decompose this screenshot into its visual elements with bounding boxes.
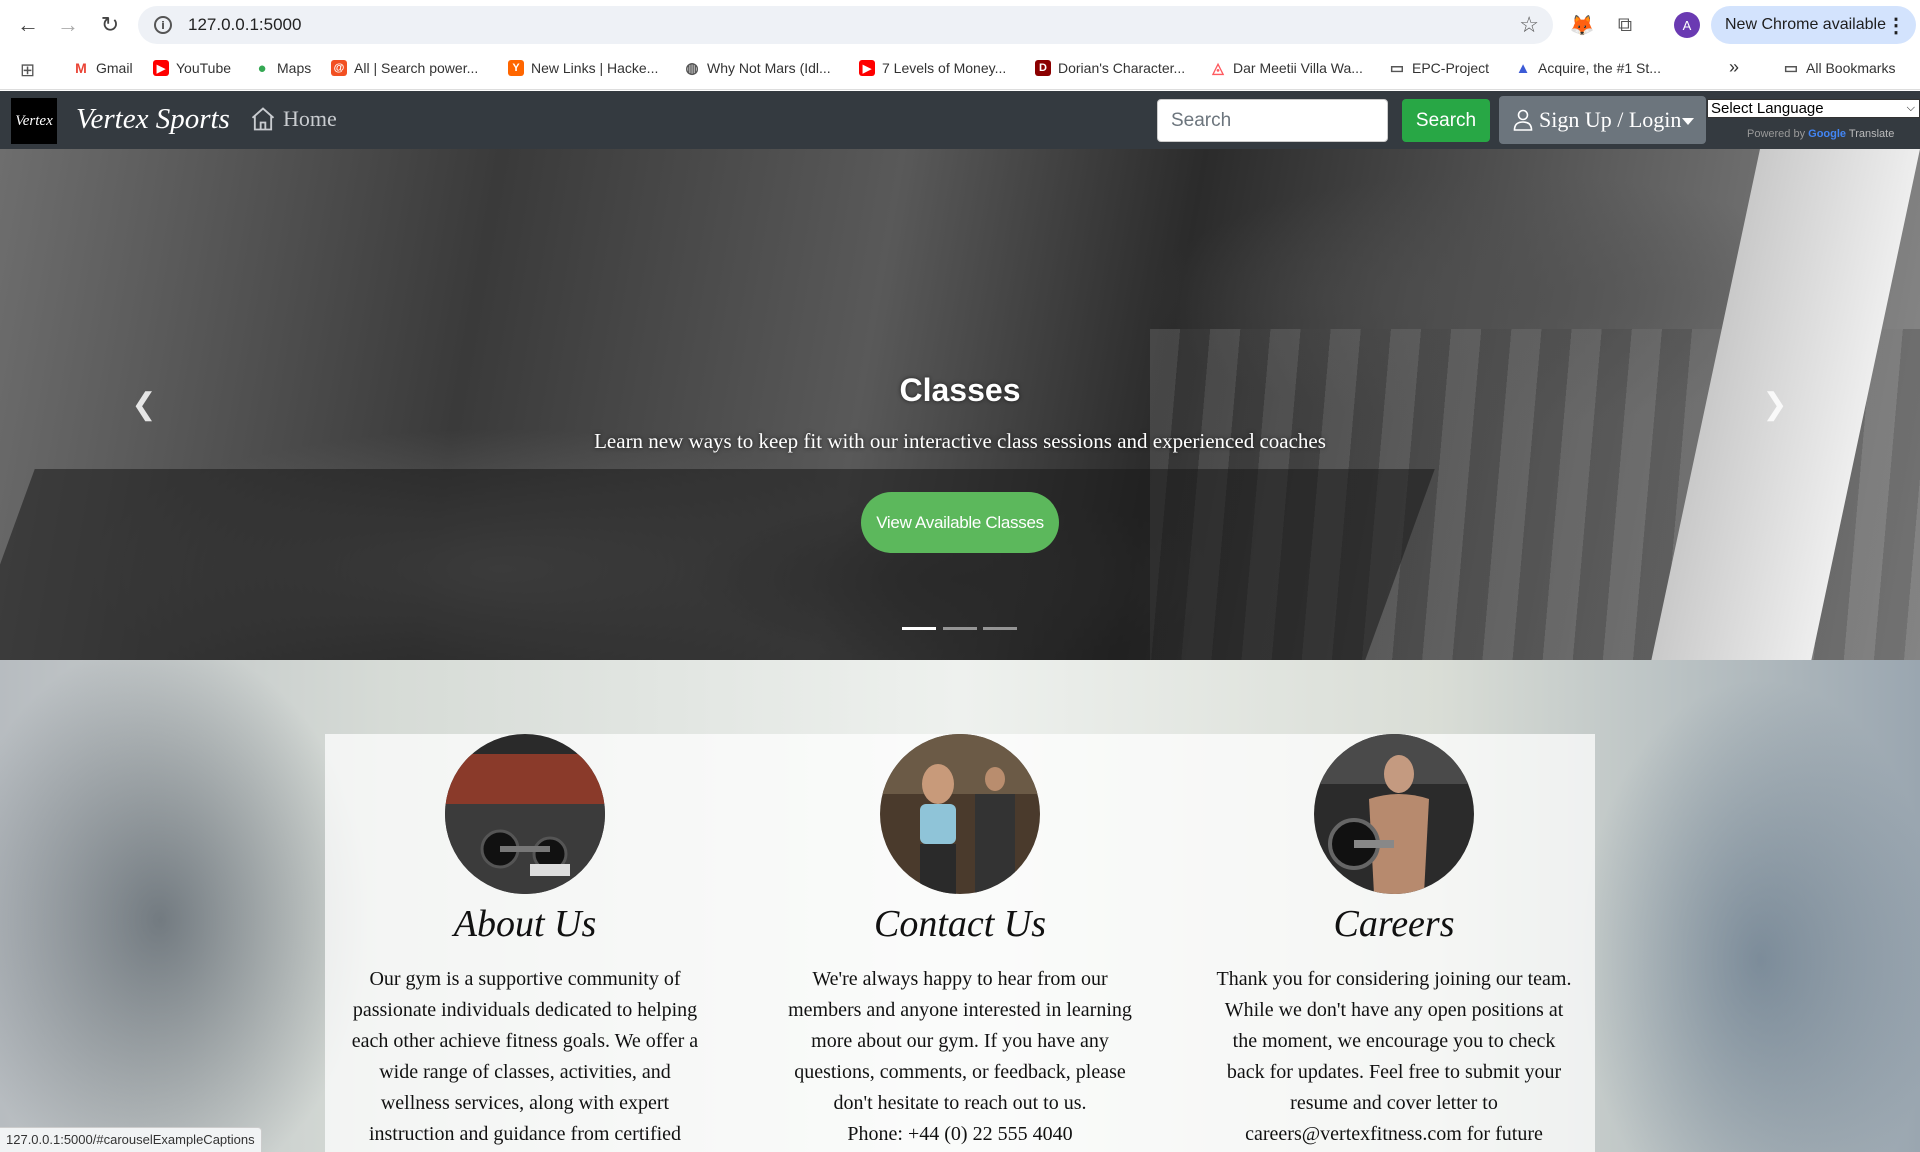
all-bookmarks[interactable]: ▭ All Bookmarks bbox=[1783, 60, 1896, 77]
careers-card: Careers Thank you for considering joinin… bbox=[1204, 734, 1584, 1150]
update-label: New Chrome available bbox=[1725, 16, 1886, 33]
about-text: Our gym is a supportive community of pas… bbox=[351, 968, 699, 1145]
folder-icon: ▭ bbox=[1783, 60, 1799, 77]
view-classes-button[interactable]: View Available Classes bbox=[861, 492, 1059, 553]
forward-icon[interactable]: → bbox=[50, 7, 86, 43]
bookmark-why-not-mars[interactable]: ◍ Why Not Mars (Idl... bbox=[684, 60, 830, 77]
contact-card: Contact Us We're always happy to hear fr… bbox=[770, 734, 1150, 1150]
hero-carousel: ❮ ❯ Classes Learn new ways to keep fit w… bbox=[0, 149, 1920, 660]
vertex-logo[interactable]: Vertex bbox=[11, 98, 57, 144]
carousel-indicator-1[interactable] bbox=[902, 627, 936, 630]
carousel-indicator-3[interactable] bbox=[983, 627, 1017, 630]
hacker-news-icon: Y bbox=[508, 60, 524, 76]
carousel-indicator-2[interactable] bbox=[943, 627, 977, 630]
careers-text: Thank you for considering joining our te… bbox=[1216, 968, 1572, 1145]
address-bar[interactable]: i 127.0.0.1:5000 ☆ bbox=[138, 6, 1553, 44]
site-info-icon[interactable]: i bbox=[154, 16, 172, 34]
bookmark-acquire[interactable]: ▲ Acquire, the #1 St... bbox=[1515, 59, 1661, 77]
youtube-icon: ▶ bbox=[859, 60, 875, 76]
contact-body: We're always happy to hear from our memb… bbox=[788, 968, 1132, 1114]
weightlifter-photo bbox=[1314, 734, 1474, 894]
chevron-down-icon bbox=[1682, 118, 1694, 125]
bookmark-7-levels[interactable]: ▶ 7 Levels of Money... bbox=[859, 60, 1006, 76]
bookmark-hacker-news[interactable]: Y New Links | Hacke... bbox=[508, 60, 658, 76]
bookmark-villa[interactable]: ◬ Dar Meetii Villa Wa... bbox=[1210, 60, 1363, 77]
back-icon[interactable]: ← bbox=[10, 7, 46, 43]
login-label: Sign Up / Login bbox=[1539, 107, 1682, 132]
bookmark-gmail[interactable]: M Gmail bbox=[73, 60, 132, 76]
search-input[interactable] bbox=[1157, 99, 1388, 142]
browser-toolbar: ← → ↻ i 127.0.0.1:5000 ☆ 🦊 ⧉ A New Chrom… bbox=[0, 0, 1920, 50]
gmail-icon: M bbox=[75, 60, 87, 76]
search-button[interactable]: Search bbox=[1402, 99, 1490, 142]
gym-equipment-photo bbox=[445, 734, 605, 894]
bookmarks-bar: ⊞ M Gmail ▶ YouTube ● Maps @ All | Search po… bbox=[0, 50, 1920, 90]
fox-extension-icon[interactable]: 🦊 bbox=[1569, 12, 1595, 38]
contact-title: Contact Us bbox=[873, 903, 1047, 945]
bookmark-search-power[interactable]: @ All | Search power... bbox=[331, 60, 478, 76]
user-icon bbox=[1513, 109, 1533, 131]
home-icon bbox=[251, 107, 275, 131]
signup-login-dropdown[interactable]: Sign Up / Login bbox=[1499, 96, 1706, 144]
search-power-icon: @ bbox=[331, 60, 347, 76]
treadmill-photo bbox=[880, 734, 1040, 894]
chevron-down-icon: ⌵ bbox=[1906, 102, 1915, 114]
language-select[interactable]: Select Language ⌵ bbox=[1707, 99, 1920, 118]
carousel-photo-mat bbox=[0, 469, 1435, 660]
careers-title: Careers bbox=[1333, 903, 1455, 945]
bookmark-youtube[interactable]: ▶ YouTube bbox=[153, 60, 231, 76]
info-section: About Us Our gym is a supportive communi… bbox=[0, 660, 1920, 1152]
chrome-update-button[interactable]: New Chrome available ⋮ bbox=[1711, 6, 1916, 44]
about-card: About Us Our gym is a supportive communi… bbox=[335, 734, 715, 1150]
contact-phone: Phone: +44 (0) 22 555 4040 bbox=[847, 1123, 1073, 1145]
bookmark-epc-project[interactable]: ▭ EPC-Project bbox=[1389, 60, 1489, 77]
menu-kebab-icon[interactable]: ⋮ bbox=[1886, 13, 1906, 38]
brand-name[interactable]: Vertex Sports bbox=[76, 103, 230, 136]
globe-icon: ◍ bbox=[685, 60, 699, 77]
maps-pin-icon: ● bbox=[257, 59, 267, 77]
home-label: Home bbox=[283, 106, 337, 131]
apps-grid-icon[interactable]: ⊞ bbox=[20, 60, 35, 81]
reload-icon[interactable]: ↻ bbox=[92, 7, 128, 43]
bookmark-maps[interactable]: ● Maps bbox=[254, 59, 311, 77]
site-navbar: Vertex Vertex Sports Home Search Sign Up… bbox=[0, 91, 1920, 149]
google-translate-attribution: Powered by Google Translate bbox=[1747, 128, 1895, 140]
profile-avatar[interactable]: A bbox=[1674, 12, 1700, 38]
contact-text: We're always happy to hear from our memb… bbox=[770, 964, 1150, 1150]
dorian-icon: D bbox=[1035, 60, 1051, 76]
folder-icon: ▭ bbox=[1389, 60, 1405, 77]
carousel-caption-title: Classes bbox=[899, 372, 1021, 408]
airbnb-icon: ◬ bbox=[1212, 60, 1224, 77]
google-logo: Google bbox=[1808, 128, 1847, 140]
status-bar-url: 127.0.0.1:5000/#carouselExampleCaptions bbox=[0, 1127, 262, 1152]
url-text[interactable]: 127.0.0.1:5000 bbox=[188, 15, 301, 35]
bookmarks-overflow-icon[interactable]: » bbox=[1729, 57, 1739, 78]
acquire-icon: ▲ bbox=[1515, 59, 1531, 77]
carousel-caption-text: Learn new ways to keep fit with our inte… bbox=[594, 429, 1326, 453]
about-title: About Us bbox=[453, 903, 597, 945]
extensions-puzzle-icon[interactable]: ⧉ bbox=[1612, 12, 1638, 38]
youtube-icon: ▶ bbox=[153, 60, 169, 76]
bookmark-star-icon[interactable]: ☆ bbox=[1519, 12, 1539, 38]
home-link[interactable]: Home bbox=[249, 105, 337, 133]
bookmark-dorian[interactable]: D Dorian's Character... bbox=[1035, 60, 1185, 76]
